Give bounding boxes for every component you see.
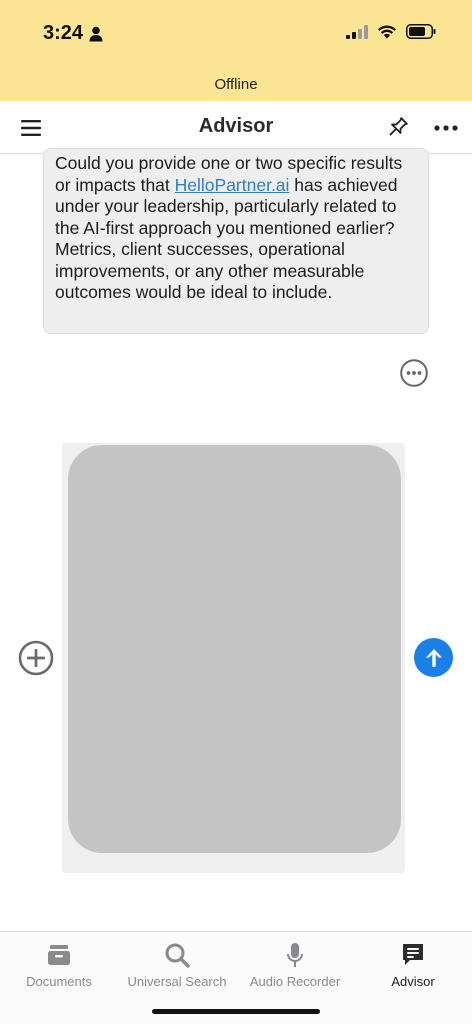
tab-label: Advisor <box>391 974 435 989</box>
search-icon <box>165 943 190 968</box>
circle-ellipsis-icon <box>400 359 428 387</box>
assistant-message: Could you provide one or two specific re… <box>43 148 429 334</box>
message-input[interactable] <box>68 445 401 853</box>
pin-button[interactable] <box>382 113 412 143</box>
message-link[interactable]: HelloPartner.ai <box>175 175 290 195</box>
status-icons <box>346 24 436 39</box>
person-icon <box>89 26 103 41</box>
more-options-button[interactable] <box>431 113 461 143</box>
status-time: 3:24 <box>43 22 103 45</box>
wifi-icon <box>378 25 396 39</box>
home-indicator[interactable] <box>152 1009 320 1014</box>
send-button[interactable] <box>414 638 453 677</box>
ellipsis-icon <box>434 125 458 131</box>
advisor-icon <box>403 944 423 965</box>
cellular-signal-icon <box>346 24 368 39</box>
message-options-button[interactable] <box>400 359 428 387</box>
tab-label: Audio Recorder <box>249 974 341 989</box>
pin-icon <box>389 117 408 136</box>
tab-universal-search[interactable]: Universal Search <box>118 940 236 989</box>
battery-icon <box>406 24 436 39</box>
tab-documents[interactable]: Documents <box>0 940 118 989</box>
attach-button[interactable] <box>18 640 54 676</box>
documents-icon <box>48 945 70 965</box>
arrow-up-icon <box>425 648 442 667</box>
nav-bar: Advisor <box>0 101 472 154</box>
tab-audio-recorder[interactable]: Audio Recorder <box>236 940 354 989</box>
tab-label: Documents <box>26 974 92 989</box>
microphone-icon <box>287 943 303 967</box>
tab-label: Universal Search <box>127 974 227 989</box>
tab-advisor[interactable]: Advisor <box>354 940 472 989</box>
status-bar: 3:24 Offline <box>0 0 472 101</box>
clock: 3:24 <box>43 22 84 44</box>
offline-banner: Offline <box>214 76 258 93</box>
plus-circle-icon <box>18 640 54 676</box>
